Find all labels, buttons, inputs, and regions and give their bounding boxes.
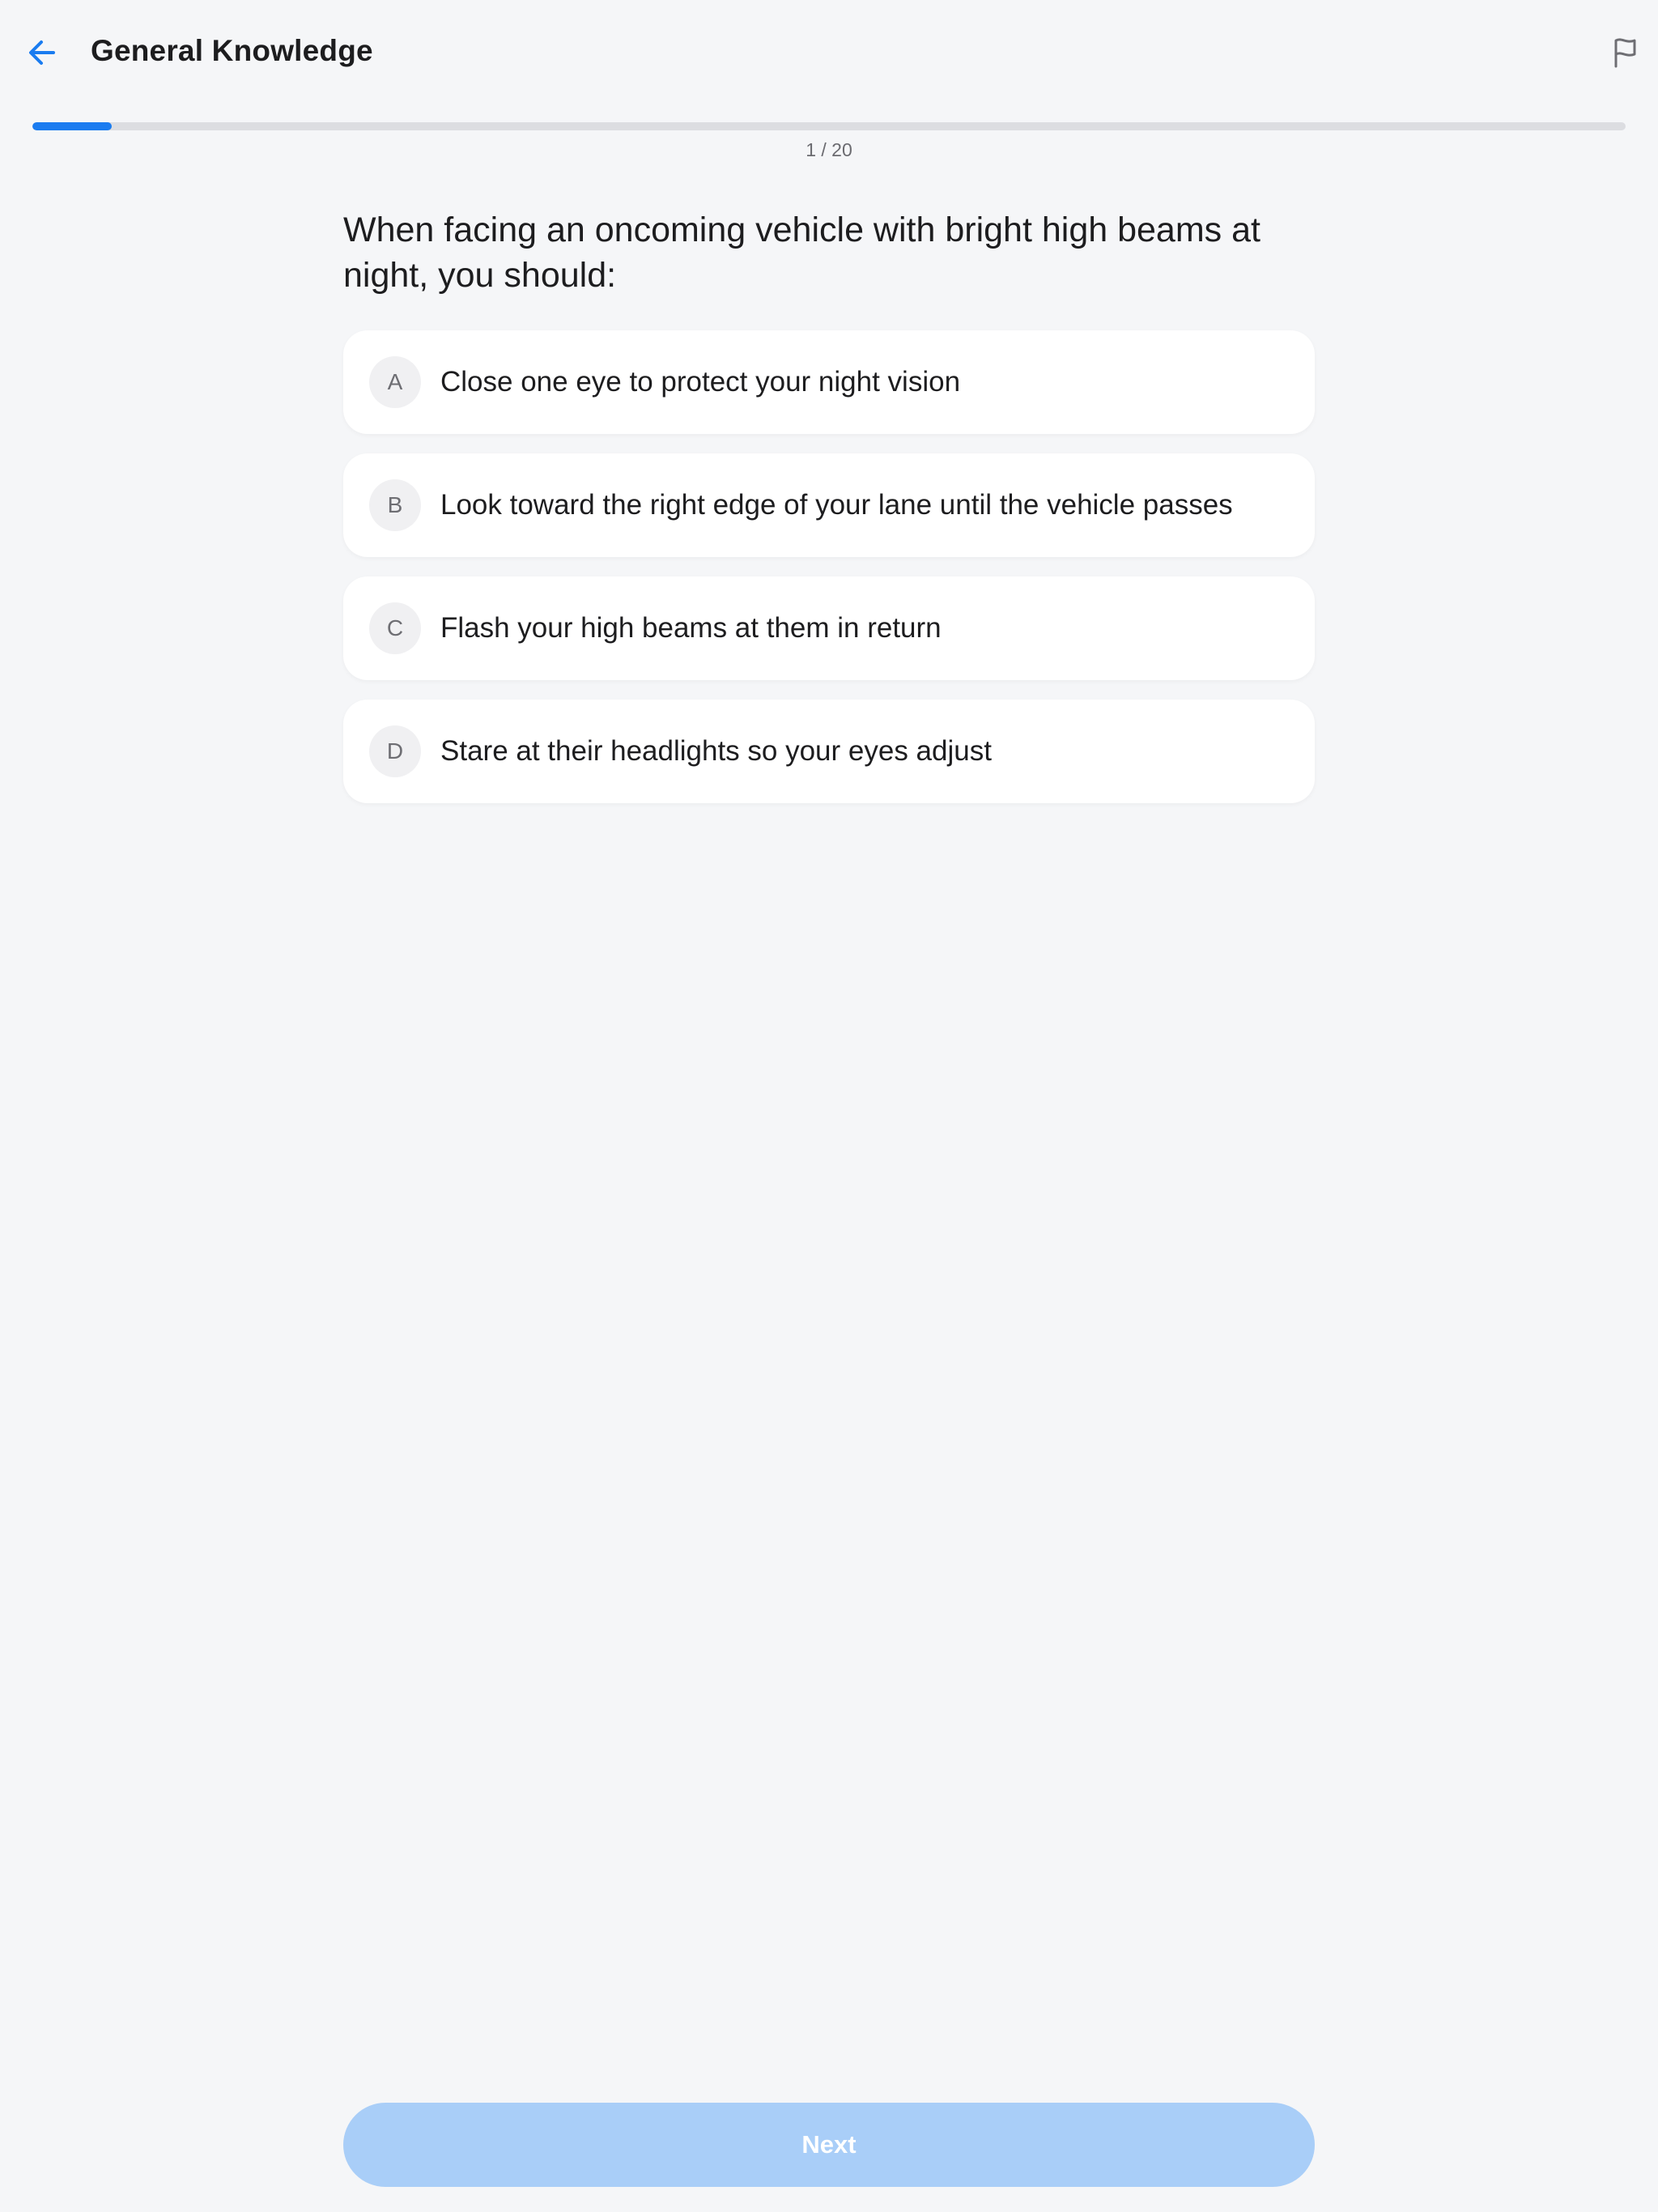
- option-label: Stare at their headlights so your eyes a…: [440, 735, 992, 767]
- arrow-left-icon: [29, 40, 55, 65]
- flag-question-button[interactable]: [1601, 24, 1650, 81]
- back-button[interactable]: [18, 24, 66, 81]
- page-title: General Knowledge: [91, 34, 373, 67]
- option-label: Flash your high beams at them in return: [440, 612, 942, 644]
- option-letter-badge: A: [369, 356, 421, 408]
- option-letter-badge: B: [369, 479, 421, 531]
- option-label: Close one eye to protect your night visi…: [440, 366, 961, 398]
- answer-option-b[interactable]: B Look toward the right edge of your lan…: [343, 453, 1315, 557]
- option-letter-badge: C: [369, 602, 421, 654]
- answer-option-a[interactable]: A Close one eye to protect your night vi…: [343, 330, 1315, 434]
- question-text: When facing an oncoming vehicle with bri…: [343, 211, 1261, 295]
- top-bar: General Knowledge: [0, 0, 1658, 105]
- answer-option-c[interactable]: C Flash your high beams at them in retur…: [343, 576, 1315, 680]
- answer-option-d[interactable]: D Stare at their headlights so your eyes…: [343, 700, 1315, 803]
- progress-bar-fill: [32, 122, 113, 130]
- question-counter: 1 / 20: [806, 139, 852, 160]
- progress-bar: [32, 122, 1626, 130]
- option-letter-badge: D: [369, 725, 421, 777]
- option-label: Look toward the right edge of your lane …: [440, 489, 1233, 521]
- flag-icon: [1614, 38, 1636, 68]
- answer-options: A Close one eye to protect your night vi…: [343, 330, 1315, 823]
- next-button[interactable]: Next: [343, 2103, 1315, 2187]
